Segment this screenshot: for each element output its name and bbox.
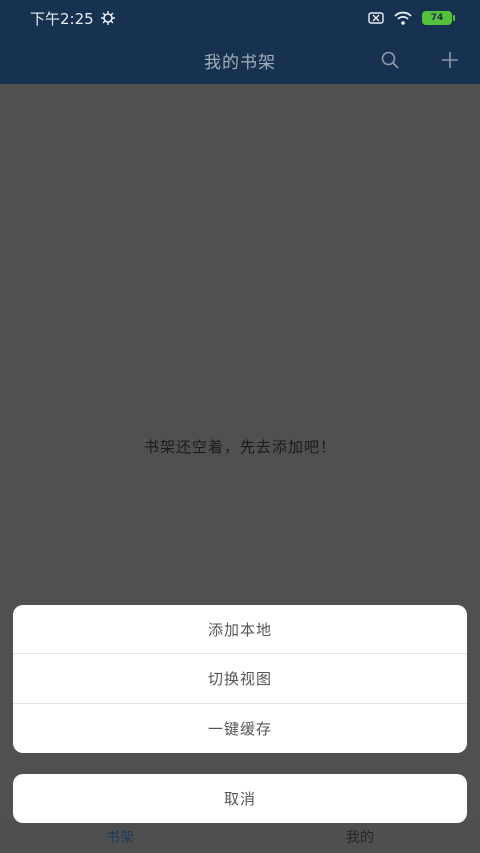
status-icons: 74 xyxy=(368,11,455,25)
search-icon[interactable] xyxy=(380,50,400,70)
battery-level: 74 xyxy=(430,13,444,23)
add-local-button[interactable]: 添加本地 xyxy=(13,605,467,655)
app-header: 我的书架 xyxy=(0,36,480,84)
wifi-icon xyxy=(394,11,412,25)
status-bar: 下午2:25 74 xyxy=(0,0,480,36)
switch-view-button[interactable]: 切换视图 xyxy=(13,654,467,704)
tab-mine[interactable]: 我的 xyxy=(240,818,480,853)
status-time: 下午2:25 xyxy=(30,9,94,28)
app-screen: 下午2:25 74 我的书架 书架还空着，先去添加吧！ 书架 我的 添加本地 切… xyxy=(0,0,480,853)
status-time-group: 下午2:25 xyxy=(30,8,116,29)
cancel-button[interactable]: 取消 xyxy=(13,774,467,823)
bottom-tab-bar: 书架 我的 xyxy=(0,818,480,853)
action-sheet: 添加本地 切换视图 一键缓存 xyxy=(13,605,467,753)
sync-off-icon xyxy=(100,10,116,26)
battery-icon: 74 xyxy=(422,11,455,25)
page-title: 我的书架 xyxy=(204,52,276,73)
tab-bookshelf[interactable]: 书架 xyxy=(0,818,240,853)
empty-shelf-message: 书架还空着，先去添加吧！ xyxy=(143,438,336,456)
header-actions xyxy=(380,36,460,84)
sim-off-icon xyxy=(368,12,384,24)
cache-all-button[interactable]: 一键缓存 xyxy=(13,704,467,753)
plus-icon[interactable] xyxy=(440,50,460,70)
